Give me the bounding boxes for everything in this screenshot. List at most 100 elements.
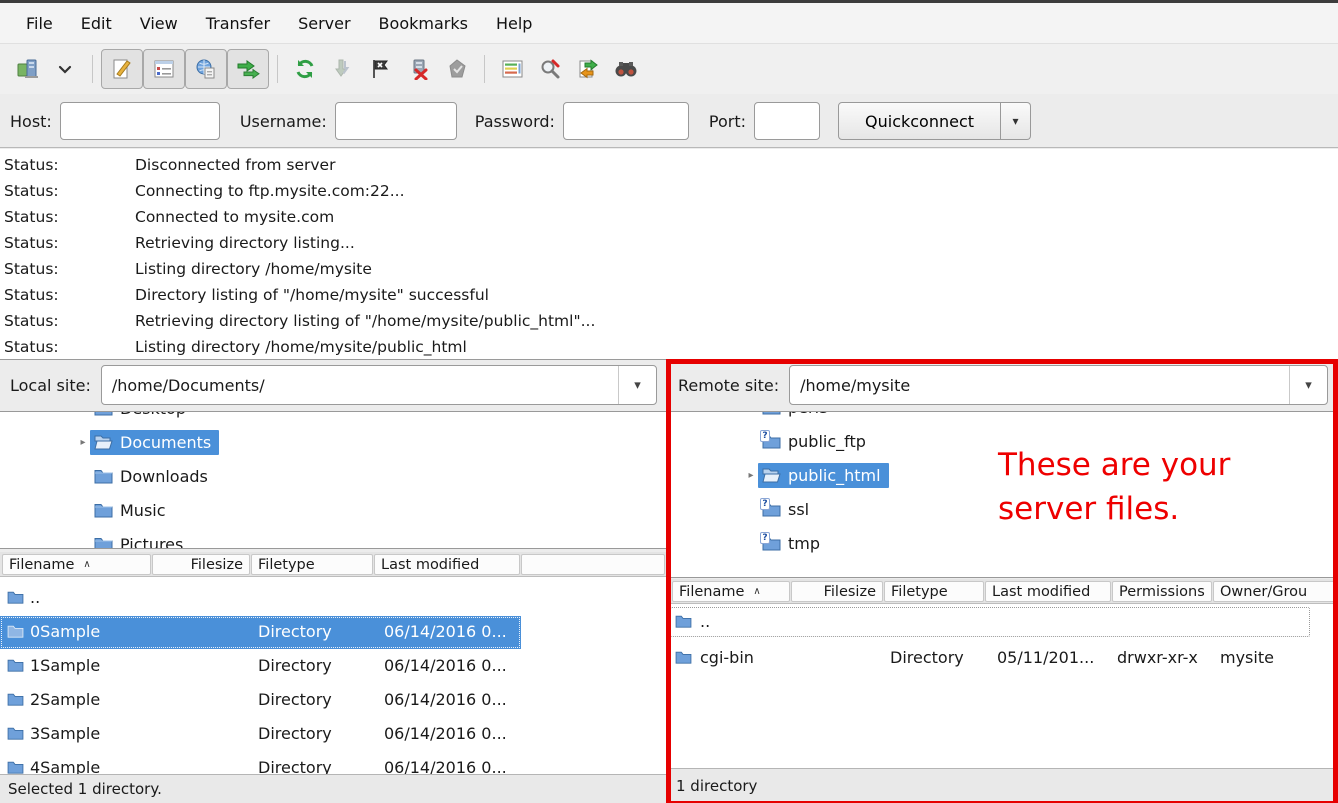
site-manager-icon: [15, 57, 39, 81]
remote-file-list[interactable]: .. cgi-bin Directory 05/11/201... drwxr-…: [668, 604, 1338, 768]
combo-dropdown-icon[interactable]: ▾: [618, 366, 656, 404]
disconnect-button[interactable]: [400, 49, 438, 89]
process-queue-icon: [332, 58, 354, 80]
tree-item-desktop[interactable]: Desktop: [0, 411, 667, 425]
toggle-message-log-button[interactable]: [101, 49, 143, 89]
log-label: Status:: [4, 156, 59, 174]
file-row-cgi-bin[interactable]: cgi-bin Directory 05/11/201... drwxr-xr-…: [668, 642, 1338, 675]
file-name: 1Sample: [30, 656, 100, 675]
directory-comparison-button[interactable]: [569, 49, 607, 89]
tree-item-label: perl5: [788, 411, 829, 417]
port-label: Port:: [709, 112, 746, 131]
log-label: Status:: [4, 260, 59, 278]
find-files-button[interactable]: [607, 49, 645, 89]
tree-item-downloads[interactable]: Downloads: [0, 459, 667, 493]
file-row-parent[interactable]: ..: [0, 582, 667, 615]
cancel-button[interactable]: [362, 49, 400, 89]
file-row-1sample[interactable]: 1Sample Directory 06/14/2016 0...: [0, 650, 667, 683]
column-header-filesize[interactable]: Filesize: [152, 554, 250, 575]
local-file-list[interactable]: .. 0Sample Directory 06/14/2016 0... 1Sa…: [0, 577, 667, 774]
tree-item-label: tmp: [788, 534, 820, 553]
file-row-0sample[interactable]: 0Sample Directory 06/14/2016 0...: [0, 616, 667, 649]
folder-icon: [7, 590, 24, 604]
host-input[interactable]: [60, 102, 220, 140]
tree-item-music[interactable]: Music: [0, 493, 667, 527]
file-row-4sample[interactable]: 4Sample Directory 06/14/2016 0...: [0, 752, 667, 774]
folder-icon: [94, 502, 113, 518]
log-entry: Status: Listing directory /home/mysite: [0, 257, 1338, 283]
chevron-down-icon: [58, 65, 72, 74]
password-input[interactable]: [563, 102, 689, 140]
quickconnect-bar: Host: Username: Password: Port: Quickcon…: [0, 95, 1338, 148]
column-header-filetype[interactable]: Filetype: [884, 581, 984, 602]
port-input[interactable]: [754, 102, 820, 140]
username-input[interactable]: [335, 102, 457, 140]
log-message: Directory listing of "/home/mysite" succ…: [135, 286, 489, 304]
local-pane: Local site: /home/Documents/ ▾ Desktop ▸…: [0, 360, 668, 803]
quickconnect-dropdown[interactable]: ▾: [1001, 102, 1031, 140]
directory-listing-button[interactable]: [493, 49, 531, 89]
log-message: Listing directory /home/mysite: [135, 260, 372, 278]
menu-file[interactable]: File: [12, 6, 67, 41]
tree-item-label: Pictures: [120, 535, 183, 550]
toggle-transfer-queue-button[interactable]: [227, 49, 269, 89]
folder-unknown-icon: ?: [762, 411, 781, 415]
remote-pane: Remote site: /home/mysite ▾ ? perl5 ? pu…: [668, 360, 1338, 803]
file-permissions: drwxr-xr-x: [1117, 648, 1198, 667]
local-status-text: Selected 1 directory.: [8, 780, 162, 798]
reconnect-icon: [446, 58, 468, 80]
column-header-blank[interactable]: [521, 554, 665, 575]
expander-icon[interactable]: ▸: [76, 437, 90, 448]
file-row-3sample[interactable]: 3Sample Directory 06/14/2016 0...: [0, 718, 667, 751]
column-header-permissions[interactable]: Permissions: [1112, 581, 1212, 602]
remote-site-combo[interactable]: /home/mysite ▾: [789, 365, 1328, 405]
filename-filters-button[interactable]: [531, 49, 569, 89]
quickconnect-button[interactable]: Quickconnect: [838, 102, 1001, 140]
refresh-button[interactable]: [286, 49, 324, 89]
file-row-parent[interactable]: ..: [668, 606, 1338, 639]
host-label: Host:: [10, 112, 52, 131]
menu-transfer[interactable]: Transfer: [192, 6, 284, 41]
log-label: Status:: [4, 338, 59, 356]
reconnect-button[interactable]: [438, 49, 476, 89]
folder-icon: [675, 614, 692, 628]
toggle-remote-tree-button[interactable]: [185, 49, 227, 89]
log-label: Status:: [4, 286, 59, 304]
menu-edit[interactable]: Edit: [67, 6, 126, 41]
column-header-filetype[interactable]: Filetype: [251, 554, 373, 575]
expander-icon[interactable]: ▸: [744, 470, 758, 481]
site-manager-dropdown[interactable]: [46, 49, 84, 89]
tree-item-label: Desktop: [120, 411, 186, 418]
tree-item-documents[interactable]: ▸ Documents: [0, 425, 667, 459]
column-header-filename[interactable]: Filename∧: [2, 554, 151, 575]
toggle-local-tree-button[interactable]: [143, 49, 185, 89]
tree-item-tmp[interactable]: ? tmp: [668, 526, 1338, 560]
tree-item-label: Downloads: [120, 467, 208, 486]
folder-unknown-icon: ?: [762, 501, 781, 517]
message-log[interactable]: Status:Disconnected from server Status:C…: [0, 149, 1338, 360]
file-modified: 06/14/2016 0...: [384, 690, 507, 709]
local-tree-icon: [153, 58, 175, 80]
menu-server[interactable]: Server: [284, 6, 364, 41]
column-header-filesize[interactable]: Filesize: [791, 581, 883, 602]
folder-icon: [7, 658, 24, 672]
file-row-2sample[interactable]: 2Sample Directory 06/14/2016 0...: [0, 684, 667, 717]
column-header-modified[interactable]: Last modified: [374, 554, 520, 575]
tree-item-perl5[interactable]: ? perl5: [668, 411, 1338, 424]
combo-dropdown-icon[interactable]: ▾: [1289, 366, 1327, 404]
column-header-modified[interactable]: Last modified: [985, 581, 1111, 602]
local-site-combo[interactable]: /home/Documents/ ▾: [101, 365, 657, 405]
menu-bar: File Edit View Transfer Server Bookmarks…: [0, 3, 1338, 44]
process-queue-button[interactable]: [324, 49, 362, 89]
column-header-owner[interactable]: Owner/Grou: [1213, 581, 1335, 602]
open-folder-icon: [762, 467, 781, 483]
toolbar: [0, 44, 1338, 94]
tree-item-pictures[interactable]: Pictures: [0, 527, 667, 549]
local-directory-tree[interactable]: Desktop ▸ Documents Downloads Music Pict…: [0, 411, 667, 549]
menu-bookmarks[interactable]: Bookmarks: [365, 6, 482, 41]
site-manager-button[interactable]: [8, 49, 46, 89]
menu-view[interactable]: View: [126, 6, 192, 41]
menu-help[interactable]: Help: [482, 6, 546, 41]
binoculars-icon: [614, 59, 638, 79]
column-header-filename[interactable]: Filename∧: [672, 581, 790, 602]
